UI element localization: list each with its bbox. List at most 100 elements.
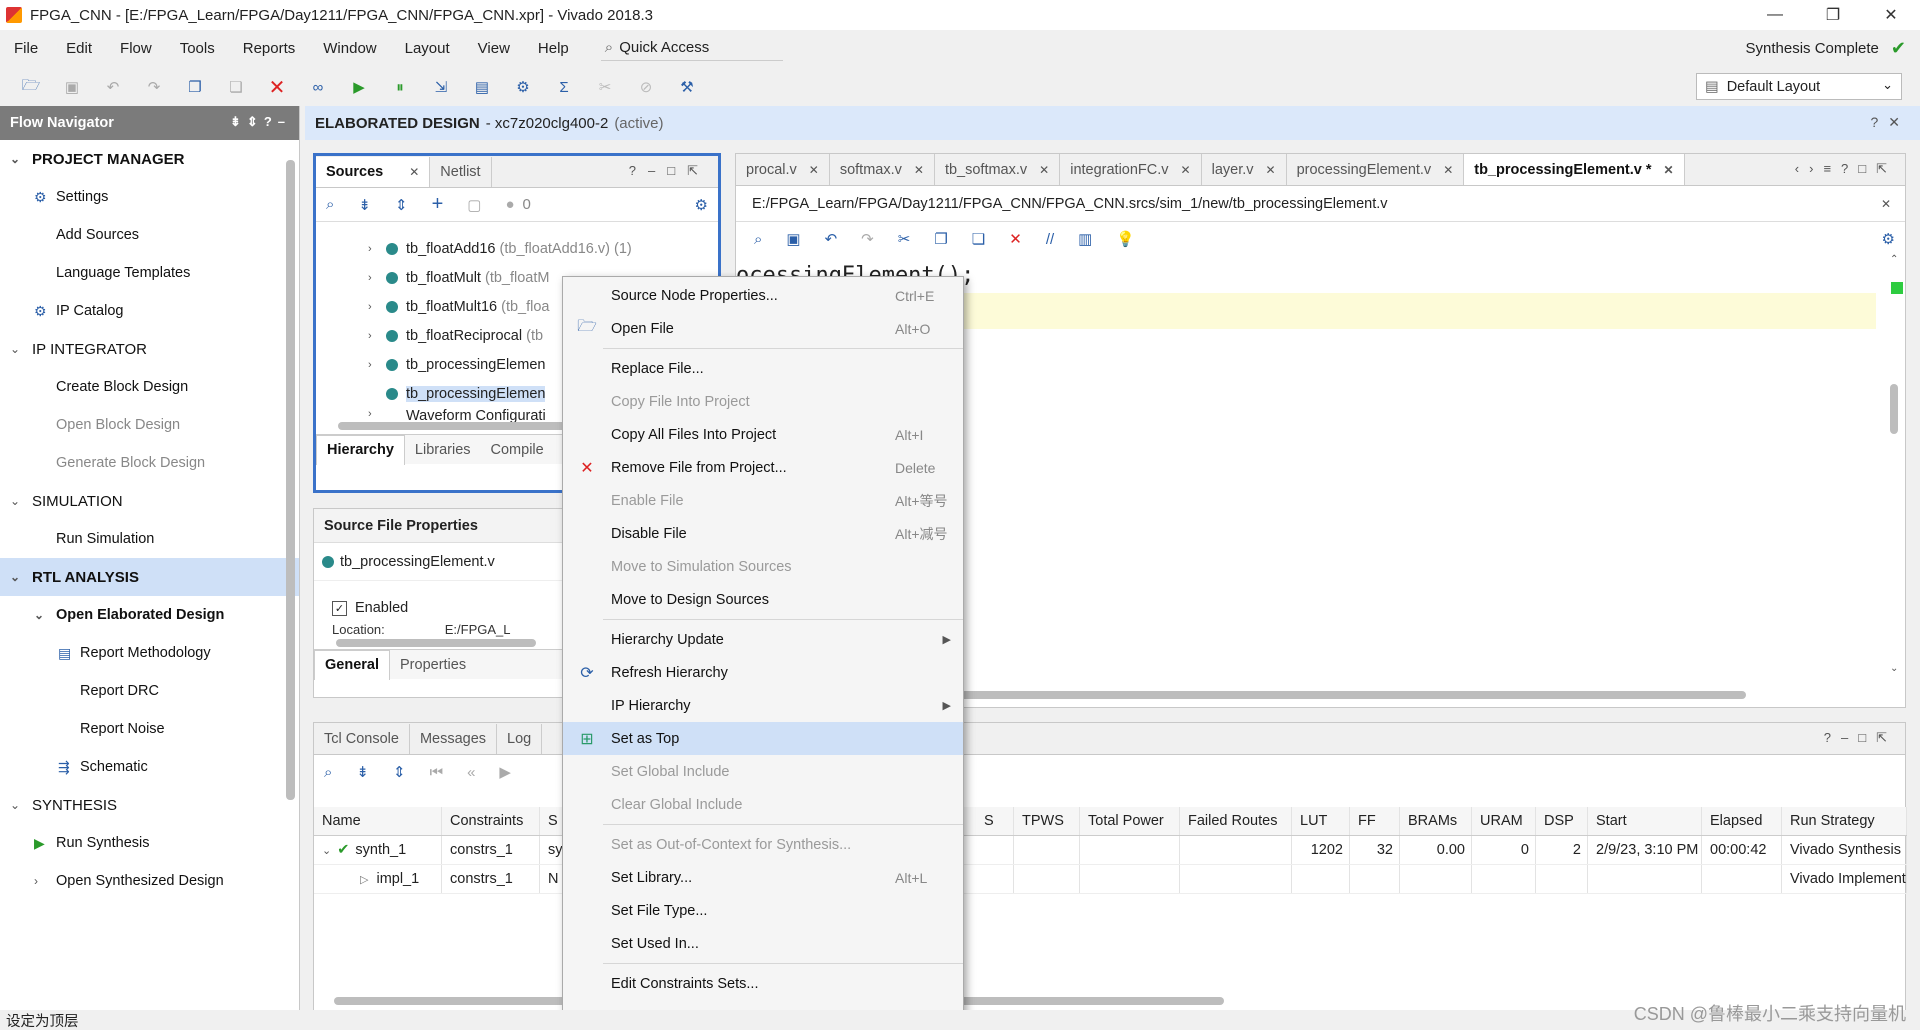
paste-icon[interactable]: ❏ [225,76,247,98]
col-header[interactable]: Constraints [442,807,540,835]
nav-language-templates[interactable]: Language Templates [0,254,299,292]
open-project-icon[interactable]: 🗁 [20,76,42,98]
menu-view[interactable]: View [478,40,510,57]
menu-item-edit-constraints-sets[interactable]: Edit Constraints Sets... [563,967,963,1000]
search-icon[interactable]: ⌕ [324,764,332,781]
close-icon[interactable]: ✕ [1039,163,1049,177]
close-icon[interactable]: ✕ [809,163,819,177]
col-header[interactable]: URAM [1472,807,1536,835]
section-project-manager[interactable]: ⌄ PROJECT MANAGER [0,140,299,178]
nav-report-drc[interactable]: Report DRC [0,672,299,710]
tab-libraries[interactable]: Libraries [405,435,481,465]
tab-general[interactable]: General [314,649,390,680]
paste-icon[interactable]: ❏ [972,230,985,248]
gear-icon[interactable]: ⚙ [1882,230,1895,248]
nav-settings[interactable]: ⚙ Settings [0,178,299,216]
step-icon[interactable]: ⏸ [389,76,411,98]
menu-item-set-as-out-of-context-for-synthesis[interactable]: Set as Out-of-Context for Synthesis... [563,828,963,861]
menu-item-move-to-design-sources[interactable]: Move to Design Sources [563,583,963,616]
table-row[interactable]: ⌄ ✔ synth_1 constrs_1 sy 1202 32 0.00 0 2 … [314,836,1907,865]
redo-icon[interactable]: ↷ [861,230,874,248]
sigma-icon[interactable]: Σ [553,76,575,98]
nav-create-block-design[interactable]: Create Block Design [0,368,299,406]
undo-icon[interactable]: ↶ [102,76,124,98]
menu-tools[interactable]: Tools [180,40,215,57]
close-icon[interactable]: ✕ [1664,163,1674,177]
editor-tab[interactable]: integrationFC.v ✕ [1060,154,1202,185]
menu-item-set-used-in[interactable]: Set Used In... [563,927,963,960]
comment-icon[interactable]: // [1046,231,1054,248]
col-header[interactable]: LUT [1292,807,1350,835]
link-icon[interactable]: ∞ [307,76,329,98]
search-icon[interactable]: ⌕ [326,196,334,213]
redo-icon[interactable]: ↷ [143,76,165,98]
section-rtl-analysis[interactable]: ⌄ RTL ANALYSIS [0,558,299,596]
tool-disabled-icon[interactable]: ✂ [594,76,616,98]
bulb-icon[interactable]: 💡 [1116,230,1135,248]
section-synthesis[interactable]: ⌄ SYNTHESIS [0,786,299,824]
col-header[interactable]: Total Power [1080,807,1180,835]
col-header[interactable]: FF [1350,807,1400,835]
menu-reports[interactable]: Reports [243,40,296,57]
nav-open-elaborated-design[interactable]: ⌄ Open Elaborated Design [0,596,299,634]
tab-messages[interactable]: Messages [410,724,498,754]
menu-item-set-file-type[interactable]: Set File Type... [563,894,963,927]
gear-icon[interactable]: ⚙ [695,196,708,214]
expand-all-icon[interactable]: ⇕ [395,196,408,214]
menu-item-replace-file[interactable]: Replace File... [563,352,963,385]
delete-icon[interactable]: ✕ [266,76,288,99]
minimize-button[interactable]: — [1746,0,1804,30]
menu-item-source-node-properties[interactable]: Source Node Properties... Ctrl+E [563,279,963,312]
menu-item-set-as-top[interactable]: ⊞ Set as Top [563,722,963,755]
editor-tab[interactable]: softmax.v ✕ [830,154,935,185]
close-window-button[interactable]: ✕ [1862,0,1920,30]
tab-netlist[interactable]: Netlist [430,157,492,187]
close-icon[interactable]: ✕ [1266,163,1276,177]
menu-flow[interactable]: Flow [120,40,152,57]
tab-sources[interactable]: Sources ✕ [316,157,431,187]
menu-item-set-global-include[interactable]: Set Global Include [563,755,963,788]
menu-item-move-to-simulation-sources[interactable]: Move to Simulation Sources [563,550,963,583]
tab-log[interactable]: Log [497,724,543,754]
nav-generate-block-design[interactable]: Generate Block Design [0,444,299,482]
nav-schematic[interactable]: ⇶ Schematic [0,748,299,786]
editor-vertical-scrollbar[interactable]: ⌃ ⌄ [1887,254,1901,674]
close-icon[interactable]: ✕ [1181,163,1191,177]
flow-navigator-scrollbar[interactable] [284,146,296,1006]
col-header[interactable]: S [976,807,1014,835]
panel-controls[interactable]: ?–□⇱ [1824,730,1905,754]
nav-ip-catalog[interactable]: ⚙ IP Catalog [0,292,299,330]
menu-item-copy-all-files-into-project[interactable]: Copy All Files Into Project Alt+I [563,418,963,451]
menu-window[interactable]: Window [323,40,376,57]
menu-item-hierarchy-update[interactable]: Hierarchy Update ▶ [563,623,963,656]
report-icon[interactable]: ▤ [471,76,493,98]
tool-disabled2-icon[interactable]: ⊘ [635,76,657,98]
col-header[interactable]: Failed Routes [1180,807,1292,835]
nav-report-noise[interactable]: Report Noise [0,710,299,748]
editor-tab[interactable]: layer.v ✕ [1202,154,1287,185]
menu-item-copy-file-into-project[interactable]: Copy File Into Project [563,385,963,418]
copy-icon[interactable]: ❐ [184,76,206,98]
enabled-checkbox[interactable]: ✓ [332,600,347,616]
nav-run-synthesis[interactable]: ▶ Run Synthesis [0,824,299,862]
nav-add-sources[interactable]: Add Sources [0,216,299,254]
nav-report-methodology[interactable]: ▤ Report Methodology [0,634,299,672]
quick-access-search[interactable]: ⌕ Quick Access [600,35,783,61]
properties-icon[interactable]: ▢ [467,196,481,214]
tab-properties[interactable]: Properties [390,650,476,680]
col-header[interactable]: TPWS [1014,807,1080,835]
tab-hierarchy[interactable]: Hierarchy [316,434,405,465]
editor-horizontal-scrollbar[interactable] [816,691,1876,701]
editor-tab[interactable]: tb_softmax.v ✕ [935,154,1061,185]
col-header[interactable]: Run Strategy [1782,807,1907,835]
col-header[interactable]: Start [1588,807,1702,835]
collapse-all-icon[interactable]: ⇟ [358,196,371,214]
prev-icon[interactable]: « [467,764,475,781]
col-header[interactable]: Name [314,807,442,835]
editor-tab-active[interactable]: tb_processingElement.v * ✕ [1464,154,1685,185]
menu-item-clear-global-include[interactable]: Clear Global Include [563,788,963,821]
menu-edit[interactable]: Edit [66,40,92,57]
save-icon[interactable]: ▣ [786,230,800,248]
header-controls[interactable]: ?✕ [1870,114,1910,131]
play-icon[interactable]: ▶ [499,763,511,781]
